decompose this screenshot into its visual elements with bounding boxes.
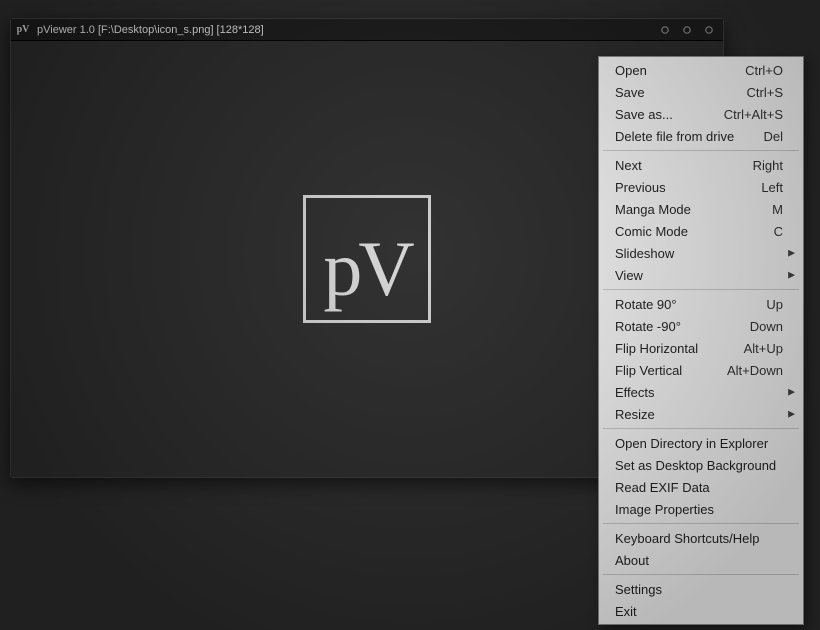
- menu-item-shortcut: Up: [766, 297, 783, 312]
- menu-item-shortcut: Left: [761, 180, 783, 195]
- menu-item-label: Flip Horizontal: [615, 341, 732, 356]
- menu-item-label: Delete file from drive: [615, 129, 751, 144]
- menu-item-shortcut: Alt+Down: [727, 363, 783, 378]
- menu-item-label: Open Directory in Explorer: [615, 436, 783, 451]
- menu-item-label: Keyboard Shortcuts/Help: [615, 531, 783, 546]
- menu-item-label: Save as...: [615, 107, 712, 122]
- menu-item-label: View: [615, 268, 783, 283]
- chevron-right-icon: ▶: [788, 270, 795, 281]
- menu-item-settings[interactable]: Settings: [601, 578, 801, 600]
- menu-item-label: Settings: [615, 582, 783, 597]
- menu-item-about[interactable]: About: [601, 549, 801, 571]
- menu-item-label: Rotate 90°: [615, 297, 754, 312]
- menu-item-flip-vertical[interactable]: Flip Vertical Alt+Down: [601, 359, 801, 381]
- menu-separator: [603, 523, 799, 524]
- menu-item-view[interactable]: View ▶: [601, 264, 801, 286]
- menu-separator: [603, 150, 799, 151]
- menu-item-label: Image Properties: [615, 502, 783, 517]
- menu-item-label: Effects: [615, 385, 783, 400]
- menu-item-save[interactable]: Save Ctrl+S: [601, 81, 801, 103]
- menu-item-label: Set as Desktop Background: [615, 458, 783, 473]
- menu-item-shortcut: C: [774, 224, 783, 239]
- minimize-button[interactable]: [657, 22, 673, 38]
- minimize-icon: [660, 25, 670, 35]
- window-title: pViewer 1.0 [F:\Desktop\icon_s.png] [128…: [37, 24, 264, 36]
- menu-item-comic-mode[interactable]: Comic Mode C: [601, 220, 801, 242]
- menu-item-shortcut: Del: [763, 129, 783, 144]
- menu-item-open-directory-in-explorer[interactable]: Open Directory in Explorer: [601, 432, 801, 454]
- maximize-button[interactable]: [679, 22, 695, 38]
- menu-item-label: Comic Mode: [615, 224, 762, 239]
- displayed-image: pV: [303, 195, 431, 323]
- menu-item-set-as-desktop-background[interactable]: Set as Desktop Background: [601, 454, 801, 476]
- menu-item-shortcut: Ctrl+Alt+S: [724, 107, 783, 122]
- menu-item-label: Slideshow: [615, 246, 783, 261]
- menu-item-previous[interactable]: Previous Left: [601, 176, 801, 198]
- menu-item-slideshow[interactable]: Slideshow ▶: [601, 242, 801, 264]
- menu-item-read-exif-data[interactable]: Read EXIF Data: [601, 476, 801, 498]
- menu-item-next[interactable]: Next Right: [601, 154, 801, 176]
- menu-item-label: Read EXIF Data: [615, 480, 783, 495]
- menu-item-label: Next: [615, 158, 741, 173]
- titlebar[interactable]: pV pViewer 1.0 [F:\Desktop\icon_s.png] […: [11, 19, 723, 41]
- menu-item-label: Rotate -90°: [615, 319, 738, 334]
- menu-item-label: About: [615, 553, 783, 568]
- menu-item-label: Open: [615, 63, 733, 78]
- menu-item-save-as[interactable]: Save as... Ctrl+Alt+S: [601, 103, 801, 125]
- menu-item-label: Previous: [615, 180, 749, 195]
- menu-separator: [603, 428, 799, 429]
- menu-item-rotate-90[interactable]: Rotate 90° Up: [601, 293, 801, 315]
- menu-item-shortcut: M: [772, 202, 783, 217]
- app-icon: pV: [15, 22, 31, 38]
- menu-item-keyboard-shortcuts-help[interactable]: Keyboard Shortcuts/Help: [601, 527, 801, 549]
- menu-item-shortcut: Ctrl+S: [747, 85, 783, 100]
- menu-item-shortcut: Ctrl+O: [745, 63, 783, 78]
- logo-text: pV: [323, 230, 410, 308]
- menu-separator: [603, 289, 799, 290]
- menu-item-label: Exit: [615, 604, 783, 619]
- menu-item-shortcut: Down: [750, 319, 783, 334]
- menu-separator: [603, 574, 799, 575]
- menu-item-image-properties[interactable]: Image Properties: [601, 498, 801, 520]
- maximize-icon: [682, 25, 692, 35]
- menu-item-flip-horizontal[interactable]: Flip Horizontal Alt+Up: [601, 337, 801, 359]
- menu-item-open[interactable]: Open Ctrl+O: [601, 59, 801, 81]
- menu-item-shortcut: Right: [753, 158, 783, 173]
- menu-item-manga-mode[interactable]: Manga Mode M: [601, 198, 801, 220]
- menu-item-shortcut: Alt+Up: [744, 341, 783, 356]
- context-menu: Open Ctrl+O Save Ctrl+S Save as... Ctrl+Alt+S…: [598, 56, 804, 625]
- menu-item-label: Flip Vertical: [615, 363, 715, 378]
- chevron-right-icon: ▶: [788, 248, 795, 259]
- close-button[interactable]: [701, 22, 717, 38]
- menu-item-resize[interactable]: Resize ▶: [601, 403, 801, 425]
- menu-item-label: Resize: [615, 407, 783, 422]
- menu-item-label: Manga Mode: [615, 202, 760, 217]
- chevron-right-icon: ▶: [788, 409, 795, 420]
- menu-item-exit[interactable]: Exit: [601, 600, 801, 622]
- menu-item-delete-file-from-drive[interactable]: Delete file from drive Del: [601, 125, 801, 147]
- chevron-right-icon: ▶: [788, 387, 795, 398]
- menu-item-effects[interactable]: Effects ▶: [601, 381, 801, 403]
- menu-item-label: Save: [615, 85, 735, 100]
- close-icon: [704, 25, 714, 35]
- menu-item-rotate-90[interactable]: Rotate -90° Down: [601, 315, 801, 337]
